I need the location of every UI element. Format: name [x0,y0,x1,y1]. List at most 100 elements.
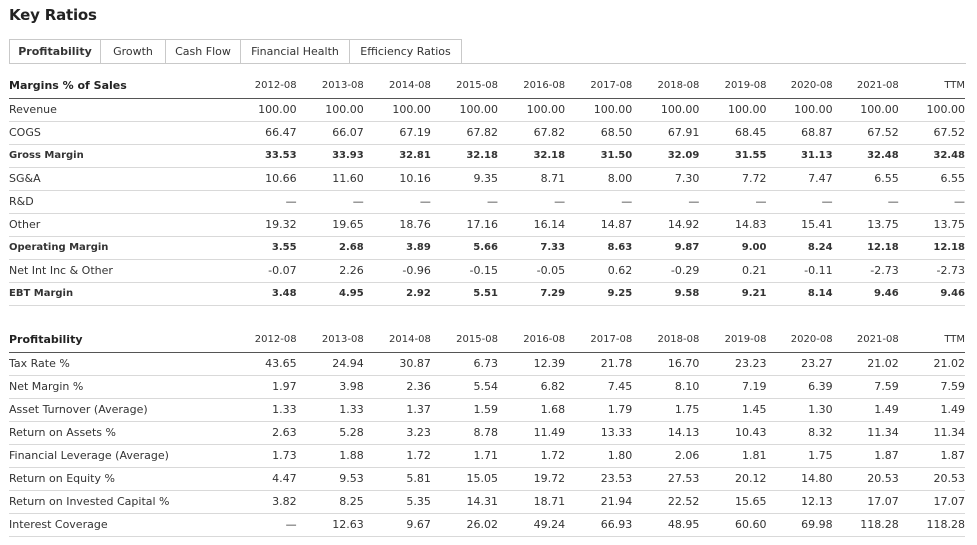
table-cell: 68.87 [766,120,833,144]
row-label: EBT Margin [9,281,232,306]
table-cell: 3.82 [231,489,297,513]
table-cell: 13.75 [898,212,965,236]
table-cell: 2.06 [632,443,700,467]
table-cell: 30.87 [363,351,431,375]
table-row-ebt-margin: EBT Margin 3.48 4.95 2.92 5.51 7.29 9.25 9.58 9.… [9,281,965,306]
column-header: 2021-08 [856,80,899,92]
table-cell: 23.23 [699,351,767,375]
table-cell: 33.93 [296,143,364,167]
table-cell: 8.63 [565,235,633,259]
row-label: Return on Assets % [9,420,232,444]
table-cell: 3.98 [296,374,364,398]
table-cell: 20.53 [832,466,899,490]
row-label: COGS [9,120,232,144]
table-cell: 14.87 [565,212,633,236]
row-label: R&D [9,189,232,213]
table-cell: 9.67 [363,512,431,537]
table-cell: 7.59 [898,374,965,398]
table-cell: 7.29 [497,281,566,306]
tab-profitability[interactable]: Profitability [9,39,101,64]
profitability-table: Profitability 2012-08 2013-08 2014-08 2015-0… [9,328,965,537]
table-cell: 1.72 [363,443,431,467]
table-row-net-margin: Net Margin % 1.97 3.98 2.36 5.54 6.82 7.45 8.10… [9,374,965,398]
row-label: Net Int Inc & Other [9,258,232,282]
table-cell: 23.53 [565,466,633,490]
table-cell: 24.94 [296,351,364,375]
table-cell: 23.27 [766,351,833,375]
table-cell: -0.29 [632,258,700,282]
table-cell: -2.73 [898,258,965,282]
row-label: Financial Leverage (Average) [9,443,232,467]
tab-financial-health[interactable]: Financial Health [241,39,350,64]
table-row-financial-leverage-average: Financial Leverage (Average) 1.73 1.88 1.72… [9,443,965,467]
table-cell: 1.97 [231,374,297,398]
table-cell: 100.00 [832,97,899,121]
table-cell: 5.66 [430,235,498,259]
table-cell: 21.94 [565,489,633,513]
row-label: Net Margin % [9,374,232,398]
table-cell: 15.05 [430,466,498,490]
table-cell: 67.82 [497,120,566,144]
table-cell: 32.48 [832,143,899,167]
column-header: 2013-08 [321,80,364,92]
table-cell: 17.07 [898,489,965,513]
column-header: 2017-08 [590,80,633,92]
table-cell: 9.58 [632,281,700,306]
table-cell: 1.72 [497,443,566,467]
table-cell: 12.13 [766,489,833,513]
table-cell: 5.54 [430,374,498,398]
column-header: 2012-08 [254,80,297,92]
table-cell: 9.25 [565,281,633,306]
table-cell: -0.05 [497,258,566,282]
table-cell: — [231,512,297,537]
table-cell: 27.53 [632,466,700,490]
margins-table: Margins % of Sales 2012-08 2013-08 2014-08 2… [9,74,965,306]
tab-cash-flow[interactable]: Cash Flow [166,39,241,64]
table-cell: 12.63 [296,512,364,537]
table-cell: 7.47 [766,166,833,190]
tab-efficiency-ratios[interactable]: Efficiency Ratios [350,39,462,64]
table-cell: 4.95 [296,281,364,306]
row-label: Revenue [9,97,232,121]
table-cell: — [565,189,633,213]
table-cell: — [430,189,498,213]
table-cell: 19.72 [497,466,566,490]
table-cell: 43.65 [231,351,297,375]
table-cell: 31.13 [766,143,833,167]
table-cell: 1.49 [832,397,899,421]
table-cell: — [632,189,700,213]
column-header: 2018-08 [657,334,700,346]
column-header: 2020-08 [790,334,833,346]
table-row-asset-turnover-average: Asset Turnover (Average) 1.33 1.33 1.37 1.59… [9,397,965,421]
table-cell: 31.50 [565,143,633,167]
table-cell: 5.81 [363,466,431,490]
table-cell: 20.12 [699,466,767,490]
row-label: Other [9,212,232,236]
table-row-tax-rate: Tax Rate % 43.65 24.94 30.87 6.73 12.39 21.78 1… [9,351,965,375]
table-cell: 6.55 [832,166,899,190]
table-cell: — [699,189,767,213]
table-cell: 13.33 [565,420,633,444]
table-cell: 17.16 [430,212,498,236]
tab-growth[interactable]: Growth [101,39,166,64]
table-cell: 4.47 [231,466,297,490]
table-cell: — [766,189,833,213]
table-cell: 7.33 [497,235,566,259]
table-cell: 9.46 [832,281,899,306]
table-cell: 67.52 [832,120,899,144]
table-cell: 1.81 [699,443,767,467]
table-cell: — [231,189,297,213]
table-cell: 9.87 [632,235,700,259]
table-row-cogs: COGS 66.47 66.07 67.19 67.82 67.82 68.50 67.91 6… [9,120,965,144]
row-label: Tax Rate % [9,351,232,375]
table-cell: 11.60 [296,166,364,190]
table-cell: — [898,189,965,213]
table-cell: 22.52 [632,489,700,513]
table-cell: 14.83 [699,212,767,236]
table-cell: 26.02 [430,512,498,537]
column-header: 2020-08 [790,80,833,92]
table-cell: 20.53 [898,466,965,490]
table-row-return-on-invested-capital: Return on Invested Capital % 3.82 8.25 5.35… [9,489,965,513]
table-cell: 1.37 [363,397,431,421]
table-cell: 8.24 [766,235,833,259]
